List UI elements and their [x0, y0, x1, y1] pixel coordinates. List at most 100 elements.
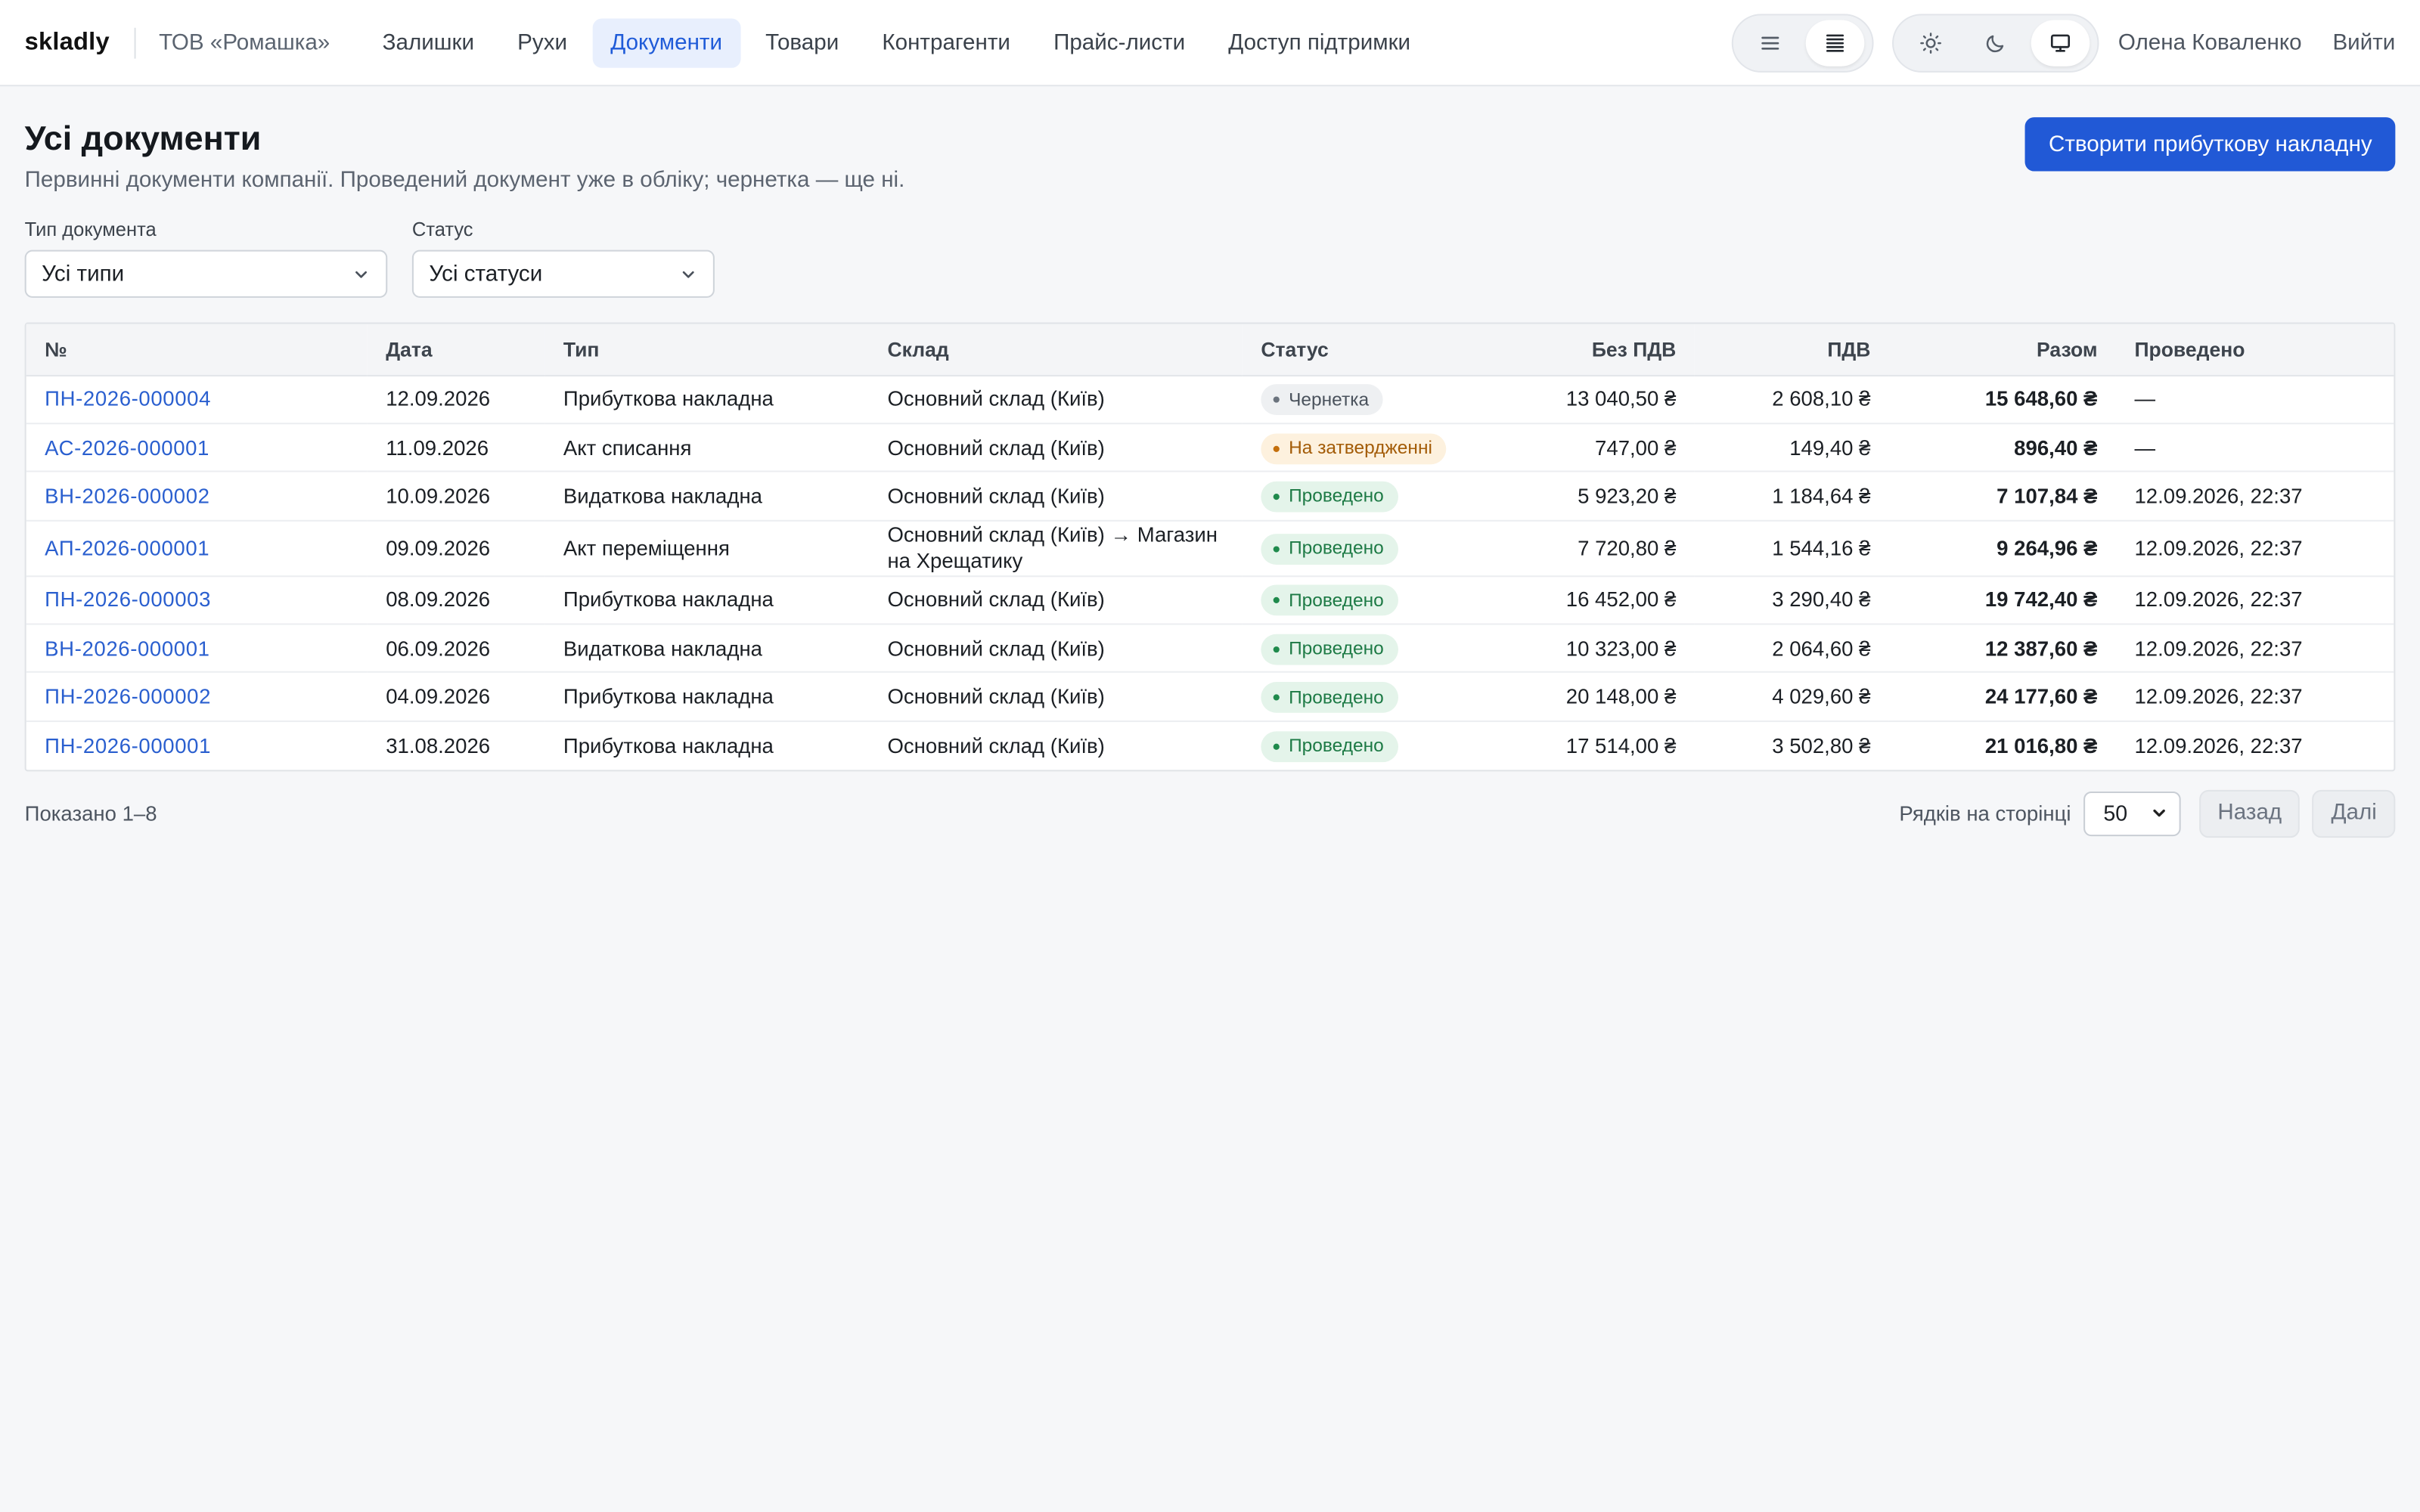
status-badge-label: На затвердженні — [1289, 436, 1432, 459]
table-row[interactable]: ПН-2026-000001 31.08.2026 Прибуткова нак… — [26, 721, 2394, 770]
create-receipt-button[interactable]: Створити прибуткову накладну — [2025, 117, 2396, 172]
document-type: Прибуткова накладна — [563, 387, 774, 411]
filters-bar: Тип документа Усі типи Статус Усі статус… — [24, 218, 2396, 298]
status-dot-icon — [1273, 646, 1280, 652]
amount-vat: 3 502,80 ₴ — [1772, 733, 1871, 758]
status-dot-icon — [1273, 743, 1280, 750]
table-row[interactable]: ПН-2026-000004 12.09.2026 Прибуткова нак… — [26, 375, 2394, 423]
document-number-link[interactable]: ПН-2026-000002 — [45, 685, 211, 708]
column-header-posted[interactable]: Проведено — [2115, 324, 2394, 376]
column-header-type[interactable]: Тип — [544, 324, 869, 376]
document-warehouse: Основний склад (Київ) → Магазин на Хреща… — [887, 523, 1218, 573]
column-header-net[interactable]: Без ПДВ — [1473, 324, 1695, 376]
column-header-warehouse[interactable]: Склад — [868, 324, 1243, 376]
posted-at: — — [2134, 387, 2155, 411]
compact-density-button[interactable] — [1806, 20, 1866, 67]
posted-at: 12.09.2026, 22:37 — [2134, 484, 2303, 508]
comfortable-density-button[interactable] — [1742, 20, 1801, 67]
column-header-number[interactable]: № — [26, 324, 368, 376]
amount-total: 7 107,84 ₴ — [1996, 484, 2098, 508]
amount-total: 21 016,80 ₴ — [1984, 733, 2098, 758]
table-row[interactable]: АП-2026-000001 09.09.2026 Акт переміщенн… — [26, 520, 2394, 576]
column-header-date[interactable]: Дата — [367, 324, 545, 376]
column-header-vat[interactable]: ПДВ — [1694, 324, 1889, 376]
nav-item-counterparties[interactable]: Контрагенти — [864, 17, 1029, 67]
brand-logo[interactable]: skladly — [25, 29, 110, 57]
density-toggle — [1732, 14, 1875, 73]
document-number-link[interactable]: ВН-2026-000001 — [45, 637, 209, 660]
document-date: 31.08.2026 — [386, 733, 491, 758]
prev-page-button[interactable]: Назад — [2198, 789, 2301, 838]
amount-net: 7 720,80 ₴ — [1578, 536, 1677, 560]
status-badge-label: Проведено — [1289, 589, 1384, 611]
document-warehouse: Основний склад (Київ) — [887, 588, 1105, 612]
table-row[interactable]: ВН-2026-000001 06.09.2026 Видаткова накл… — [26, 624, 2394, 673]
status-dot-icon — [1273, 445, 1280, 452]
amount-net: 747,00 ₴ — [1595, 435, 1677, 460]
document-number-link[interactable]: АП-2026-000001 — [45, 537, 209, 560]
nav-item-products[interactable]: Товари — [747, 17, 858, 67]
table-row[interactable]: ПН-2026-000002 04.09.2026 Прибуткова нак… — [26, 673, 2394, 721]
status-badge-label: Чернетка — [1289, 388, 1370, 411]
status-badge: Проведено — [1261, 533, 1398, 565]
rows-per-page-value: 50 — [2103, 801, 2128, 826]
amount-vat: 2 608,10 ₴ — [1772, 387, 1871, 411]
user-name[interactable]: Олена Коваленко — [2118, 31, 2302, 56]
document-date: 08.09.2026 — [386, 588, 491, 612]
status-select[interactable]: Усі статуси — [411, 249, 715, 298]
main-content: Усі документи Первинні документи компані… — [0, 86, 2420, 838]
type-filter: Тип документа Усі типи — [24, 218, 388, 298]
logout-button[interactable]: Вийти — [2332, 31, 2395, 56]
status-badge-label: Проведено — [1289, 637, 1384, 659]
document-number-link[interactable]: АС-2026-000001 — [45, 436, 209, 460]
table-row[interactable]: АС-2026-000001 11.09.2026 Акт списання О… — [26, 423, 2394, 472]
light-theme-button[interactable] — [1902, 20, 1961, 67]
document-number-link[interactable]: ПН-2026-000004 — [45, 388, 211, 411]
type-select[interactable]: Усі типи — [24, 249, 388, 298]
status-badge: На затвердженні — [1261, 432, 1447, 464]
column-header-total[interactable]: Разом — [1888, 324, 2116, 376]
next-page-button[interactable]: Далі — [2313, 789, 2396, 838]
rows-per-page-select[interactable]: 50 — [2083, 791, 2181, 836]
table-row[interactable]: ВН-2026-000002 10.09.2026 Видаткова накл… — [26, 472, 2394, 521]
type-filter-label: Тип документа — [24, 218, 157, 241]
document-date: 10.09.2026 — [386, 484, 491, 508]
nav-item-documents[interactable]: Документи — [591, 17, 741, 67]
amount-total: 896,40 ₴ — [2014, 435, 2098, 460]
sun-icon — [1921, 33, 1942, 54]
monitor-icon — [2051, 34, 2071, 52]
table-body: ПН-2026-000004 12.09.2026 Прибуткова нак… — [26, 375, 2394, 770]
posted-at: 12.09.2026, 22:37 — [2134, 588, 2303, 612]
nav-item-movements[interactable]: Рухи — [499, 17, 586, 67]
posted-at: 12.09.2026, 22:37 — [2134, 733, 2303, 758]
status-badge-label: Проведено — [1289, 537, 1384, 559]
document-warehouse: Основний склад (Київ) — [887, 637, 1105, 660]
nav-item-support-access[interactable]: Доступ підтримки — [1210, 17, 1429, 67]
document-warehouse: Основний склад (Київ) — [887, 435, 1105, 460]
amount-vat: 1 184,64 ₴ — [1772, 484, 1871, 508]
status-dot-icon — [1273, 493, 1280, 500]
document-number-link[interactable]: ПН-2026-000003 — [45, 588, 211, 612]
document-warehouse: Основний склад (Київ) — [887, 733, 1105, 758]
document-date: 04.09.2026 — [386, 685, 491, 709]
column-header-status[interactable]: Статус — [1242, 324, 1474, 376]
document-number-link[interactable]: ВН-2026-000002 — [45, 485, 209, 508]
status-filter-label: Статус — [411, 218, 473, 241]
nav-item-price-lists[interactable]: Прайс-листи — [1035, 17, 1204, 67]
document-type: Прибуткова накладна — [563, 685, 774, 709]
posted-at: 12.09.2026, 22:37 — [2134, 536, 2303, 560]
amount-net: 5 923,20 ₴ — [1578, 484, 1677, 508]
status-filter: Статус Усі статуси — [411, 218, 715, 298]
company-name[interactable]: ТОВ «Ромашка» — [159, 30, 330, 55]
nav-item-stock[interactable]: Залишки — [364, 17, 492, 67]
document-number-link[interactable]: ПН-2026-000001 — [45, 734, 211, 758]
status-badge: Проведено — [1261, 585, 1398, 617]
system-theme-button[interactable] — [2031, 20, 2091, 67]
amount-total: 9 264,96 ₴ — [1996, 536, 2098, 560]
amount-vat: 3 290,40 ₴ — [1772, 588, 1871, 612]
table-row[interactable]: ПН-2026-000003 08.09.2026 Прибуткова нак… — [26, 576, 2394, 624]
chevron-down-icon — [355, 270, 367, 277]
status-dot-icon — [1273, 396, 1280, 404]
dark-theme-button[interactable] — [1967, 20, 2026, 67]
documents-table: № Дата Тип Склад Статус Без ПДВ ПДВ Разо… — [24, 322, 2396, 771]
